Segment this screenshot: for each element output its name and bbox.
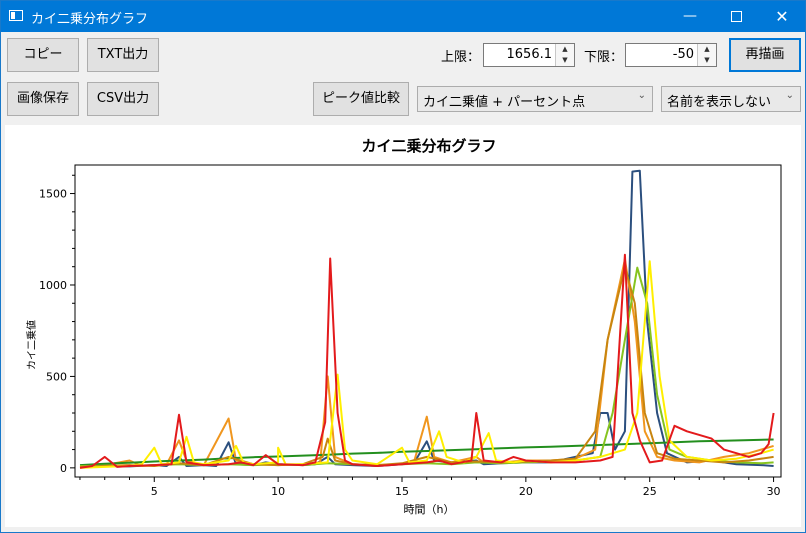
peak-compare-button[interactable]: ピーク値比較 xyxy=(313,82,409,116)
x-tick-label: 5 xyxy=(151,485,158,498)
chi-square-chart: カイ二乗分布グラフ 5 10 15 20 25 30050010001500 時間（h） … xyxy=(25,137,782,516)
copy-button[interactable]: コピー xyxy=(7,38,79,72)
mode-select-value: カイ二乗値 + パーセント点 xyxy=(423,95,586,110)
close-button[interactable]: ✕ xyxy=(759,1,805,32)
title-bar[interactable]: カイ二乗分布グラフ — ✕ xyxy=(1,1,805,32)
upper-limit-value[interactable]: 1656.1 xyxy=(507,47,553,62)
lower-limit-value[interactable]: -50 xyxy=(673,47,694,62)
name-display-select[interactable]: 名前を表示しない ⌄ xyxy=(661,86,801,112)
chart-title: カイ二乗分布グラフ xyxy=(361,137,496,155)
series-line-1 xyxy=(79,169,774,468)
lower-limit-label: 下限： xyxy=(584,50,624,65)
txt-export-button[interactable]: TXT出力 xyxy=(87,38,159,72)
upper-up-icon[interactable]: ▲ xyxy=(556,44,574,55)
plot-area: カイ二乗分布グラフ 5 10 15 20 25 30 0 500 1000 1500 時間（h） … xyxy=(5,125,801,527)
minimize-button[interactable]: — xyxy=(667,1,713,32)
csv-export-button[interactable]: CSV出力 xyxy=(87,82,159,116)
upper-limit-stepper[interactable]: 1656.1 ▲ ▼ xyxy=(483,43,575,67)
upper-limit-label: 上限： xyxy=(441,50,481,65)
x-tick-label: 30 xyxy=(767,485,781,498)
y-tick-label: 1000 xyxy=(39,279,67,292)
maximize-icon xyxy=(730,10,742,22)
lower-down-icon[interactable]: ▼ xyxy=(698,55,716,66)
mode-select[interactable]: カイ二乗値 + パーセント点 ⌄ xyxy=(417,86,653,112)
lower-limit-arrows[interactable]: ▲ ▼ xyxy=(697,44,716,66)
x-tick-label: 20 xyxy=(519,485,533,498)
redraw-button[interactable]: 再描画 xyxy=(729,38,801,72)
upper-limit-arrows[interactable]: ▲ ▼ xyxy=(555,44,574,66)
name-display-value: 名前を表示しない xyxy=(667,95,772,110)
y-tick-label: 0 xyxy=(60,462,67,475)
x-axis-label: 時間（h） xyxy=(404,503,455,516)
chevron-down-icon: ⌄ xyxy=(785,90,794,101)
lower-limit-stepper[interactable]: -50 ▲ ▼ xyxy=(625,43,717,67)
window-title: カイ二乗分布グラフ xyxy=(31,12,149,27)
x-tick-label: 10 xyxy=(271,485,285,498)
maximize-button[interactable] xyxy=(713,1,759,32)
window-app-icon xyxy=(9,10,23,21)
save-image-button[interactable]: 画像保存 xyxy=(7,82,79,116)
chevron-down-icon: ⌄ xyxy=(637,90,646,101)
upper-down-icon[interactable]: ▼ xyxy=(556,55,574,66)
x-tick-label: 25 xyxy=(643,485,657,498)
y-tick-label: 1500 xyxy=(39,188,67,201)
lower-up-icon[interactable]: ▲ xyxy=(698,44,716,55)
series-layer xyxy=(79,169,775,469)
app-window: カイ二乗分布グラフ — ✕ コピー TXT出力 画像保存 CSV出力 ピーク値比… xyxy=(0,0,806,533)
y-tick-label: 500 xyxy=(46,370,67,383)
x-tick-label: 15 xyxy=(395,485,409,498)
y-axis-label: カイ二乗値 xyxy=(25,320,38,370)
